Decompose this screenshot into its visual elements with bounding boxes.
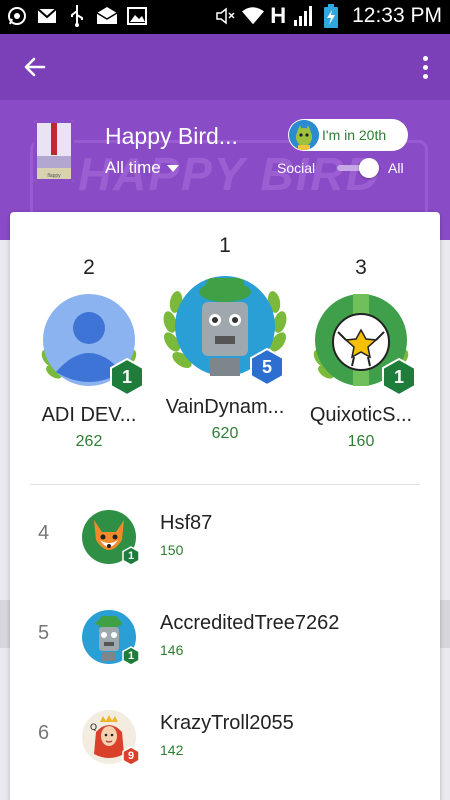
game-title: Happy Bird... — [105, 123, 238, 149]
level-badge: 1 — [122, 646, 140, 666]
queen-card-avatar: Q 9 — [82, 710, 140, 766]
podium-name: QuixoticS... — [309, 404, 413, 426]
player-rank-text: I'm in 20th — [322, 127, 387, 143]
row-score: 142 — [160, 742, 184, 758]
toggle-social-label: Social — [277, 160, 316, 176]
row-name: KrazyTroll2055 — [160, 712, 294, 734]
player-rank-pill[interactable]: I'm in 20th — [288, 119, 408, 151]
level-badge: 9 — [122, 746, 140, 766]
divider — [30, 484, 420, 485]
time-filter-label: All time — [105, 158, 161, 177]
social-all-toggle[interactable] — [337, 158, 379, 178]
robot-avatar: 1 — [82, 610, 140, 666]
signal-icon — [292, 5, 314, 27]
game-icon-caption: flappy — [47, 173, 61, 179]
svg-text:Q: Q — [90, 723, 97, 733]
avatar: 5 — [158, 262, 292, 392]
gmail-icon — [36, 5, 58, 27]
leaderboard-row[interactable]: 4 1 Hsf87 150 — [10, 486, 440, 586]
clock: 12:33 PM — [352, 4, 442, 27]
battery-charging-icon — [320, 4, 342, 28]
mute-icon — [214, 5, 236, 27]
avatar: 1 — [34, 288, 144, 398]
leaderboard-row[interactable]: 6 Q 9 KrazyTroll2055 142 — [10, 686, 440, 786]
fox-avatar: 1 — [82, 510, 140, 566]
row-name: Hsf87 — [160, 512, 213, 534]
podium-rank: 3 — [355, 256, 367, 279]
podium-score: 262 — [75, 433, 103, 450]
podium: 2 1 ADI DEV... 262 1 5 VainDynam... 620 … — [10, 212, 440, 482]
row-name: AccreditedTree7262 — [160, 612, 340, 634]
arrow-back-icon[interactable] — [20, 52, 50, 82]
podium-score: 160 — [347, 433, 375, 450]
player-avatar — [289, 120, 319, 150]
podium-name: ADI DEV... — [41, 404, 137, 426]
row-score: 150 — [160, 542, 184, 558]
row-rank: 4 — [38, 522, 50, 544]
email-icon — [96, 5, 118, 27]
toggle-all-label: All — [388, 160, 404, 176]
podium-score: 620 — [211, 425, 239, 442]
game-icon: flappy — [34, 120, 74, 182]
background-strip-left — [0, 600, 10, 648]
level-badge: 1 — [382, 357, 416, 397]
podium-rank: 2 — [83, 256, 95, 279]
podium-first[interactable]: 1 5 VainDynam... 620 — [156, 234, 294, 443]
dropdown-caret-icon — [166, 164, 179, 172]
level-badge: 1 — [122, 546, 140, 566]
row-rank: 5 — [38, 622, 50, 644]
time-filter-dropdown[interactable]: All time — [105, 158, 179, 178]
podium-name: VainDynam... — [165, 396, 285, 418]
app-bar — [0, 34, 450, 100]
wifi-icon — [242, 5, 265, 27]
image-icon — [126, 5, 148, 27]
level-badge: 1 — [110, 357, 144, 397]
avatar: 1 — [306, 288, 416, 398]
row-score: 146 — [160, 642, 184, 658]
podium-second[interactable]: 2 1 ADI DEV... 262 — [30, 256, 148, 451]
level-badge: 5 — [250, 347, 284, 387]
podium-third[interactable]: 3 1 QuixoticS... 160 — [302, 256, 420, 451]
status-bar: H 12:33 PM — [0, 0, 450, 34]
network-type: H — [270, 3, 287, 28]
row-rank: 6 — [38, 722, 50, 744]
podium-rank: 1 — [219, 234, 231, 257]
leaderboard-card: 2 1 ADI DEV... 262 1 5 VainDynam... 620 … — [10, 212, 440, 800]
usb-icon — [66, 5, 88, 27]
more-vert-icon[interactable] — [410, 52, 440, 82]
leaderboard-row[interactable]: 5 1 AccreditedTree7262 146 — [10, 586, 440, 686]
whatsapp-icon — [6, 5, 28, 27]
background-strip-right — [440, 600, 450, 648]
